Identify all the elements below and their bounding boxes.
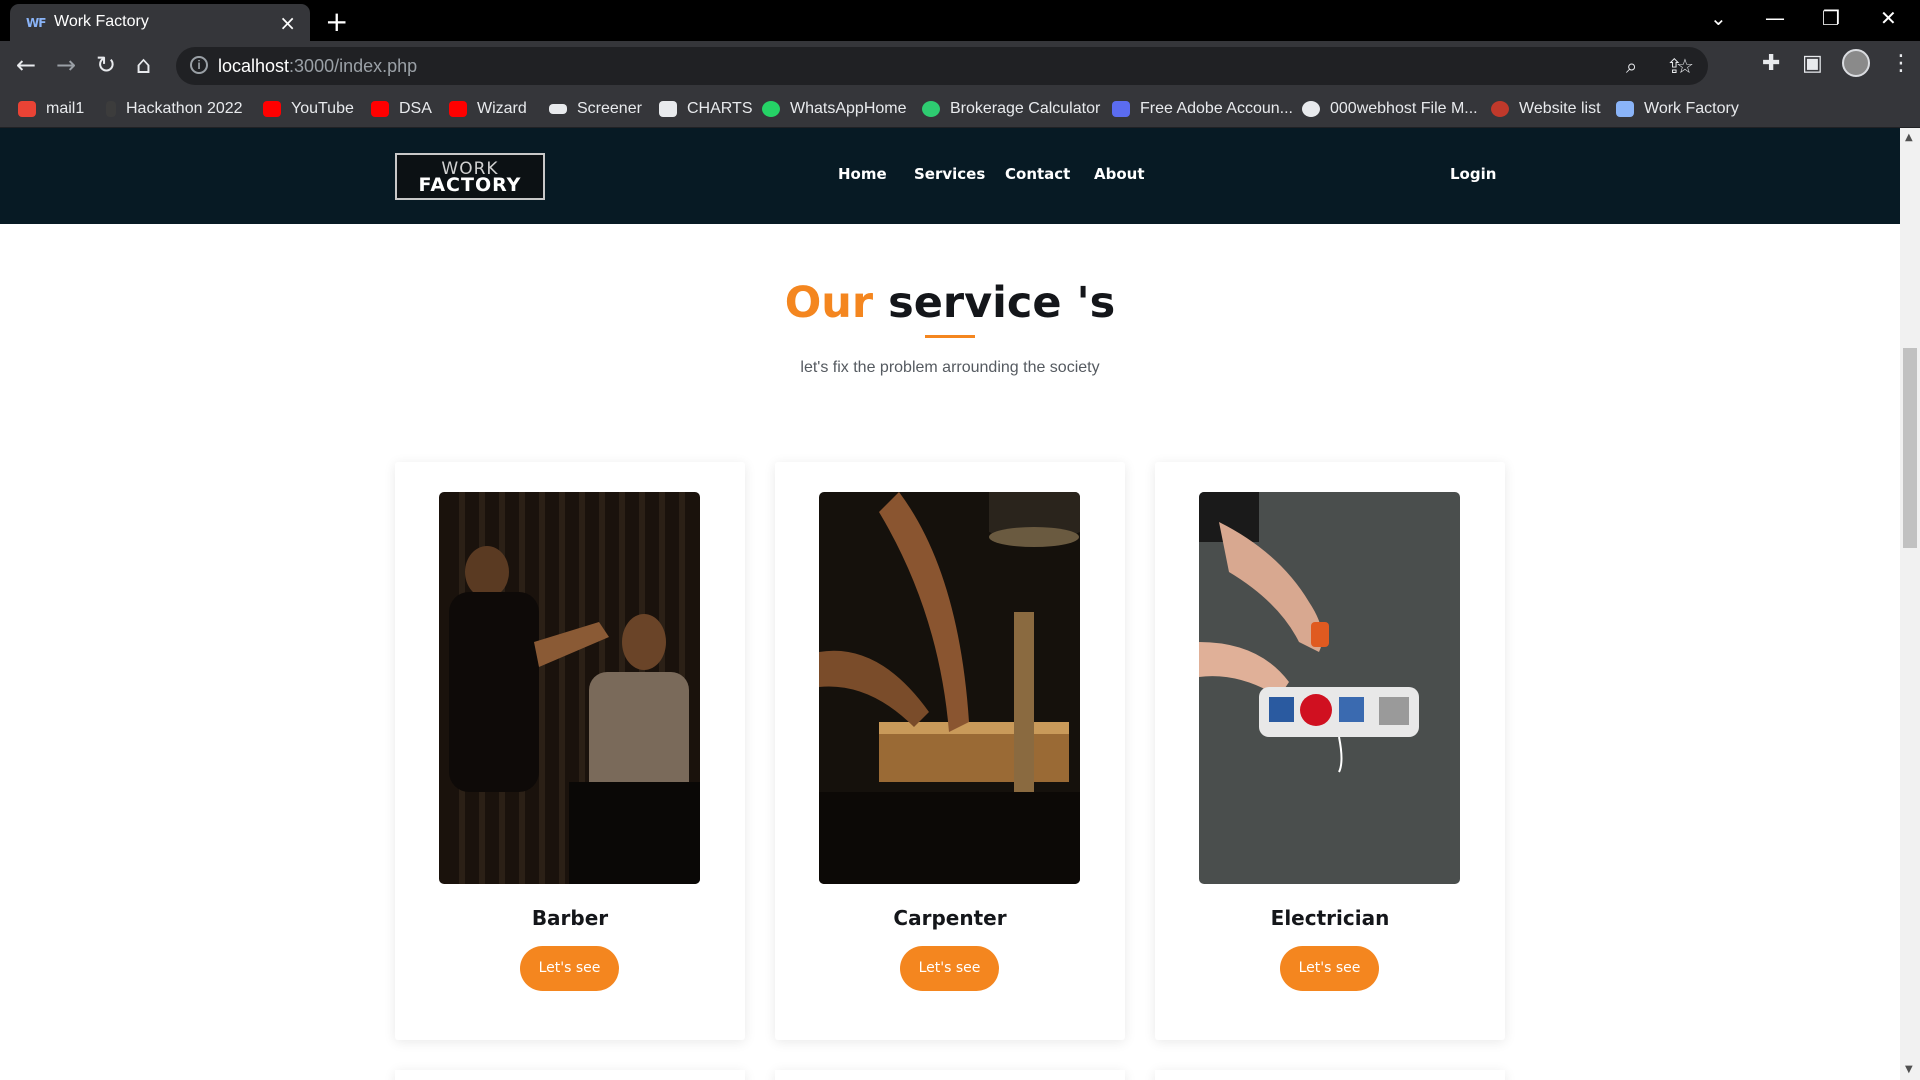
bookmark-mail1[interactable]: mail1 <box>18 97 84 121</box>
service-card-barber: Barber Let's see <box>395 462 745 1040</box>
youtube-icon <box>263 101 281 117</box>
whatsapp-icon <box>762 101 780 117</box>
youtube-icon <box>371 101 389 117</box>
gmail-icon <box>18 101 36 117</box>
extensions-puzzle-icon[interactable]: ✚ <box>1762 51 1780 76</box>
bookmark-star-icon[interactable]: ☆ <box>1676 54 1694 78</box>
scroll-down-arrow-icon[interactable]: ▼ <box>1905 1064 1913 1075</box>
card-title: Barber <box>531 906 609 930</box>
services-subtitle: let's fix the problem arrounding the soc… <box>800 359 1100 376</box>
login-link[interactable]: Login <box>1450 165 1496 183</box>
bookmark-label: WhatsAppHome <box>790 100 907 117</box>
tab-strip: WF Work Factory × + ⌄ — ❐ ✕ <box>0 0 1920 41</box>
profile-avatar[interactable] <box>1842 49 1870 77</box>
nav-about-link[interactable]: About <box>1094 165 1145 183</box>
barber-photo <box>439 492 700 884</box>
tab-title: Work Factory <box>54 13 149 30</box>
bookmark-label: Brokerage Calculator <box>950 100 1101 117</box>
website-list-icon <box>1491 101 1509 117</box>
minimize-icon[interactable]: — <box>1765 6 1785 30</box>
url-path: :3000/index.php <box>289 56 418 76</box>
bookmark-work-factory[interactable]: Work Factory <box>1616 97 1739 121</box>
site-info-icon[interactable]: i <box>190 56 208 74</box>
next-row-card <box>1155 1070 1505 1080</box>
bookmark-label: Free Adobe Accoun... <box>1140 100 1293 117</box>
bookmark-label: YouTube <box>291 100 354 117</box>
home-icon[interactable]: ⌂ <box>136 51 151 79</box>
bookmark-label: CHARTS <box>687 100 753 117</box>
zoom-icon[interactable]: ⌕ <box>1626 54 1637 78</box>
bookmark-screener[interactable]: Screener <box>549 97 642 121</box>
bottle-icon <box>106 101 116 117</box>
globe-icon <box>1302 101 1320 117</box>
bookmark-label: Wizard <box>477 100 527 117</box>
bookmark-charts[interactable]: CHARTS <box>659 97 753 121</box>
zerodha-icon <box>922 101 940 117</box>
electrician-photo <box>1199 492 1460 884</box>
bookmarks-bar: mail1 Hackathon 2022 YouTube DSA Wizard … <box>0 91 1920 128</box>
adobe-icon <box>1112 101 1130 117</box>
nav-contact-link[interactable]: Contact <box>1005 165 1070 183</box>
logo-line-2: FACTORY <box>418 174 522 196</box>
restore-icon[interactable]: ❐ <box>1822 6 1840 30</box>
side-panel-icon[interactable]: ▣ <box>1802 51 1823 76</box>
window-close-icon[interactable]: ✕ <box>1880 6 1897 30</box>
bookmark-label: Website list <box>1519 100 1601 117</box>
heading-rest: service 's <box>888 278 1116 328</box>
tradingview-icon <box>659 101 677 117</box>
lets-see-button[interactable]: Let's see <box>520 946 619 991</box>
bookmark-adobe[interactable]: Free Adobe Accoun... <box>1112 97 1293 121</box>
back-arrow-icon[interactable]: ← <box>16 51 36 79</box>
next-row-card <box>775 1070 1125 1080</box>
screener-icon <box>549 104 567 114</box>
bookmark-label: 000webhost File M... <box>1330 100 1478 117</box>
site-navbar: WORK FACTORY Home Services Contact About… <box>0 128 1900 224</box>
bookmark-label: Screener <box>577 100 642 117</box>
service-card-electrician: Electrician Let's see <box>1155 462 1505 1040</box>
bookmark-label: Work Factory <box>1644 100 1739 117</box>
scrollbar-thumb[interactable] <box>1903 348 1917 548</box>
bookmark-youtube[interactable]: YouTube <box>263 97 354 121</box>
card-title: Electrician <box>1270 906 1390 930</box>
carpenter-photo <box>819 492 1080 884</box>
work-factory-logo[interactable]: WORK FACTORY <box>395 153 545 200</box>
forward-arrow-icon[interactable]: → <box>56 51 76 79</box>
page-scrollbar[interactable]: ▲ ▼ <box>1900 128 1920 1080</box>
address-bar[interactable]: i localhost:3000/index.php ⌕ ⇪ ☆ <box>176 47 1708 85</box>
bookmark-website-list[interactable]: Website list <box>1491 97 1601 121</box>
youtube-icon <box>449 101 467 117</box>
reload-icon[interactable]: ↻ <box>96 51 116 79</box>
bookmark-hackathon[interactable]: Hackathon 2022 <box>106 97 243 121</box>
bookmark-label: DSA <box>399 100 432 117</box>
heading-accent: Our <box>784 278 874 328</box>
wf-icon <box>1616 101 1634 117</box>
bookmark-label: Hackathon 2022 <box>126 100 243 117</box>
browser-tab[interactable]: WF Work Factory × <box>10 4 310 41</box>
bookmark-brokerage[interactable]: Brokerage Calculator <box>922 97 1100 121</box>
bookmark-whatsapp[interactable]: WhatsAppHome <box>762 97 907 121</box>
service-card-carpenter: Carpenter Let's see <box>775 462 1125 1040</box>
work-factory-favicon-icon: WF <box>26 16 46 30</box>
bookmark-dsa[interactable]: DSA <box>371 97 432 121</box>
card-title: Carpenter <box>893 906 1007 930</box>
lets-see-button[interactable]: Let's see <box>1280 946 1379 991</box>
next-row-card <box>395 1070 745 1080</box>
browser-menu-icon[interactable]: ⋮ <box>1890 51 1912 76</box>
nav-services-link[interactable]: Services <box>914 165 985 183</box>
services-heading: Our service 's <box>0 278 1900 328</box>
bookmark-000webhost[interactable]: 000webhost File M... <box>1302 97 1478 121</box>
url-text[interactable]: localhost:3000/index.php <box>218 56 417 77</box>
lets-see-button[interactable]: Let's see <box>900 946 999 991</box>
tab-search-icon[interactable]: ⌄ <box>1710 6 1727 30</box>
url-host: localhost <box>218 56 290 76</box>
nav-home-link[interactable]: Home <box>838 165 887 183</box>
scroll-up-arrow-icon[interactable]: ▲ <box>1905 132 1913 143</box>
bookmark-wizard[interactable]: Wizard <box>449 97 527 121</box>
heading-underline <box>925 335 975 338</box>
bookmark-label: mail1 <box>46 100 85 117</box>
browser-toolbar: ← → ↻ ⌂ i localhost:3000/index.php ⌕ ⇪ ☆… <box>0 41 1920 91</box>
new-tab-icon[interactable]: + <box>325 5 348 38</box>
tab-close-icon[interactable]: × <box>279 11 296 35</box>
